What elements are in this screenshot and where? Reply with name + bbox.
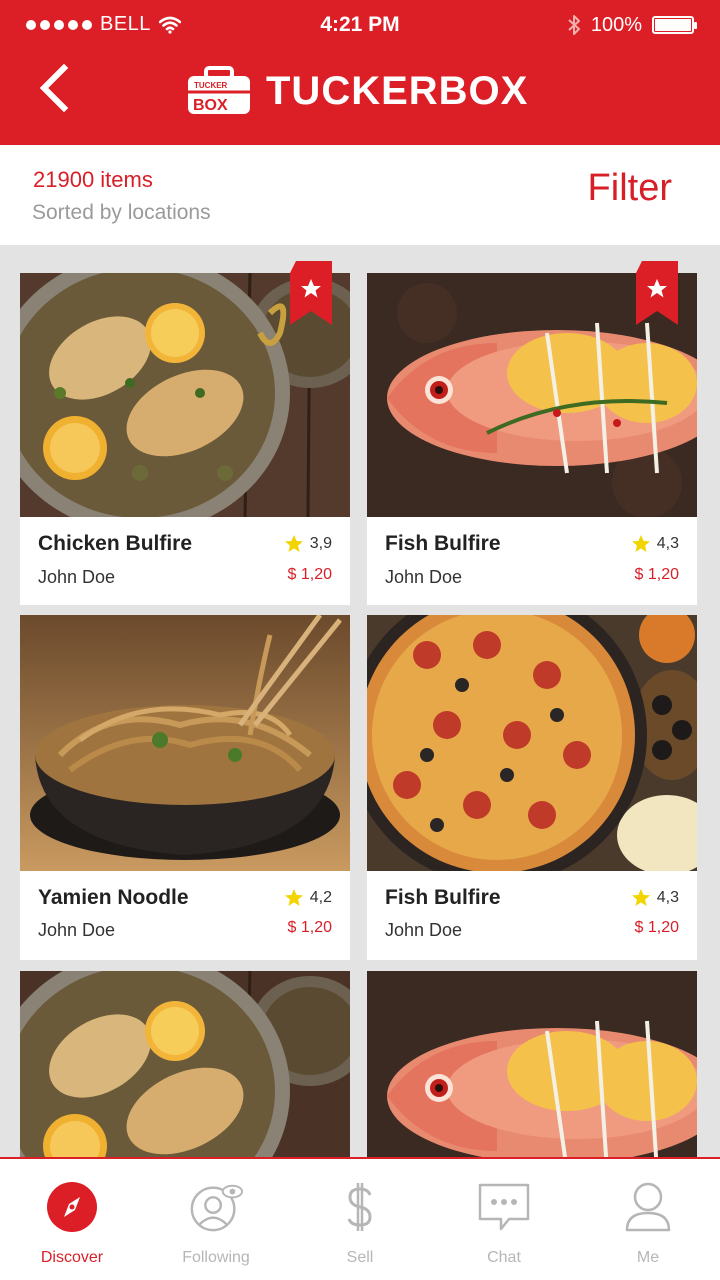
nav-me[interactable]: Me — [576, 1159, 720, 1280]
filter-button[interactable]: Filter — [588, 167, 672, 210]
item-count: 21900 items — [33, 167, 153, 192]
user-icon — [620, 1179, 676, 1235]
food-card[interactable]: Yamien Noodle John Doe 4,2 $ 1,20 — [20, 615, 350, 960]
nav-label: Chat — [487, 1249, 521, 1266]
pizza-dish-image — [367, 615, 697, 871]
svg-text:TUCKER: TUCKER — [194, 81, 228, 90]
rating-value: 3,9 — [309, 535, 332, 552]
compass-icon — [44, 1179, 100, 1235]
sort-label: Sorted by locations — [32, 201, 211, 224]
following-icon — [188, 1179, 244, 1235]
toolbox-logo-icon: BOX TUCKER — [188, 66, 250, 114]
item-price: $ 1,20 — [634, 566, 679, 583]
chicken-dish-image — [20, 971, 350, 1171]
favorite-ribbon-icon[interactable] — [290, 261, 332, 325]
status-bar: BELL 4:21 PM 100% — [0, 0, 720, 52]
nav-following[interactable]: Following — [144, 1159, 288, 1280]
item-title: Fish Bulfire — [385, 886, 501, 909]
battery-percent: 100% — [590, 13, 642, 36]
item-title: Yamien Noodle — [38, 886, 189, 909]
favorite-ribbon-icon[interactable] — [636, 261, 678, 325]
listing-bar: 21900 items Sorted by locations Filter — [0, 145, 720, 245]
item-rating: 4,2 — [284, 888, 332, 908]
item-rating: 4,3 — [631, 534, 679, 554]
top-bar: BELL 4:21 PM 100% BOX TUCKER TUCKERBOX — [0, 0, 720, 145]
dollar-icon — [332, 1179, 388, 1235]
back-arrow-icon[interactable] — [36, 62, 76, 114]
fish-dish-image — [367, 971, 697, 1171]
item-author: John Doe — [385, 920, 463, 940]
item-title: Chicken Bulfire — [38, 532, 193, 555]
nav-chat[interactable]: Chat — [432, 1159, 576, 1280]
star-icon — [284, 889, 303, 906]
item-title: Fish Bulfire — [385, 532, 501, 555]
nav-label: Me — [636, 1249, 660, 1266]
svg-text:BOX: BOX — [193, 97, 228, 114]
nav-label: Following — [182, 1249, 250, 1266]
bluetooth-icon — [568, 15, 580, 35]
item-price: $ 1,20 — [634, 919, 679, 936]
item-rating: 3,9 — [284, 534, 332, 554]
star-icon — [284, 535, 303, 552]
nav-discover[interactable]: Discover — [0, 1159, 144, 1280]
app-title: TUCKERBOX — [266, 68, 529, 113]
rating-value: 4,3 — [656, 535, 679, 552]
star-icon — [631, 889, 650, 906]
item-author: John Doe — [38, 567, 116, 587]
item-rating: 4,3 — [631, 888, 679, 908]
item-author: John Doe — [38, 920, 116, 940]
food-card[interactable]: Fish Bulfire John Doe 4,3 $ 1,20 — [367, 261, 697, 605]
star-icon — [631, 535, 650, 552]
food-card[interactable]: Chicken Bulfire John Doe 3,9 $ 1,20 — [20, 261, 350, 605]
item-author: John Doe — [385, 567, 463, 587]
rating-value: 4,3 — [656, 889, 679, 906]
battery-icon — [652, 16, 697, 34]
nav-label: Discover — [40, 1249, 104, 1266]
food-card[interactable] — [20, 971, 350, 1171]
food-card[interactable] — [367, 971, 697, 1171]
item-price: $ 1,20 — [287, 919, 332, 936]
nav-sell[interactable]: Sell — [288, 1159, 432, 1280]
brand: BOX TUCKER TUCKERBOX — [186, 66, 528, 116]
bottom-nav: Discover Following Sell Chat Me — [0, 1157, 720, 1280]
food-card[interactable]: Fish Bulfire John Doe 4,3 $ 1,20 — [367, 615, 697, 960]
app-screen: BELL 4:21 PM 100% BOX TUCKER TUCKERBOX 2… — [0, 0, 720, 1280]
rating-value: 4,2 — [309, 889, 332, 906]
item-price: $ 1,20 — [287, 566, 332, 583]
noodle-dish-image — [20, 615, 350, 871]
nav-label: Sell — [346, 1249, 374, 1266]
chat-icon — [476, 1179, 532, 1235]
